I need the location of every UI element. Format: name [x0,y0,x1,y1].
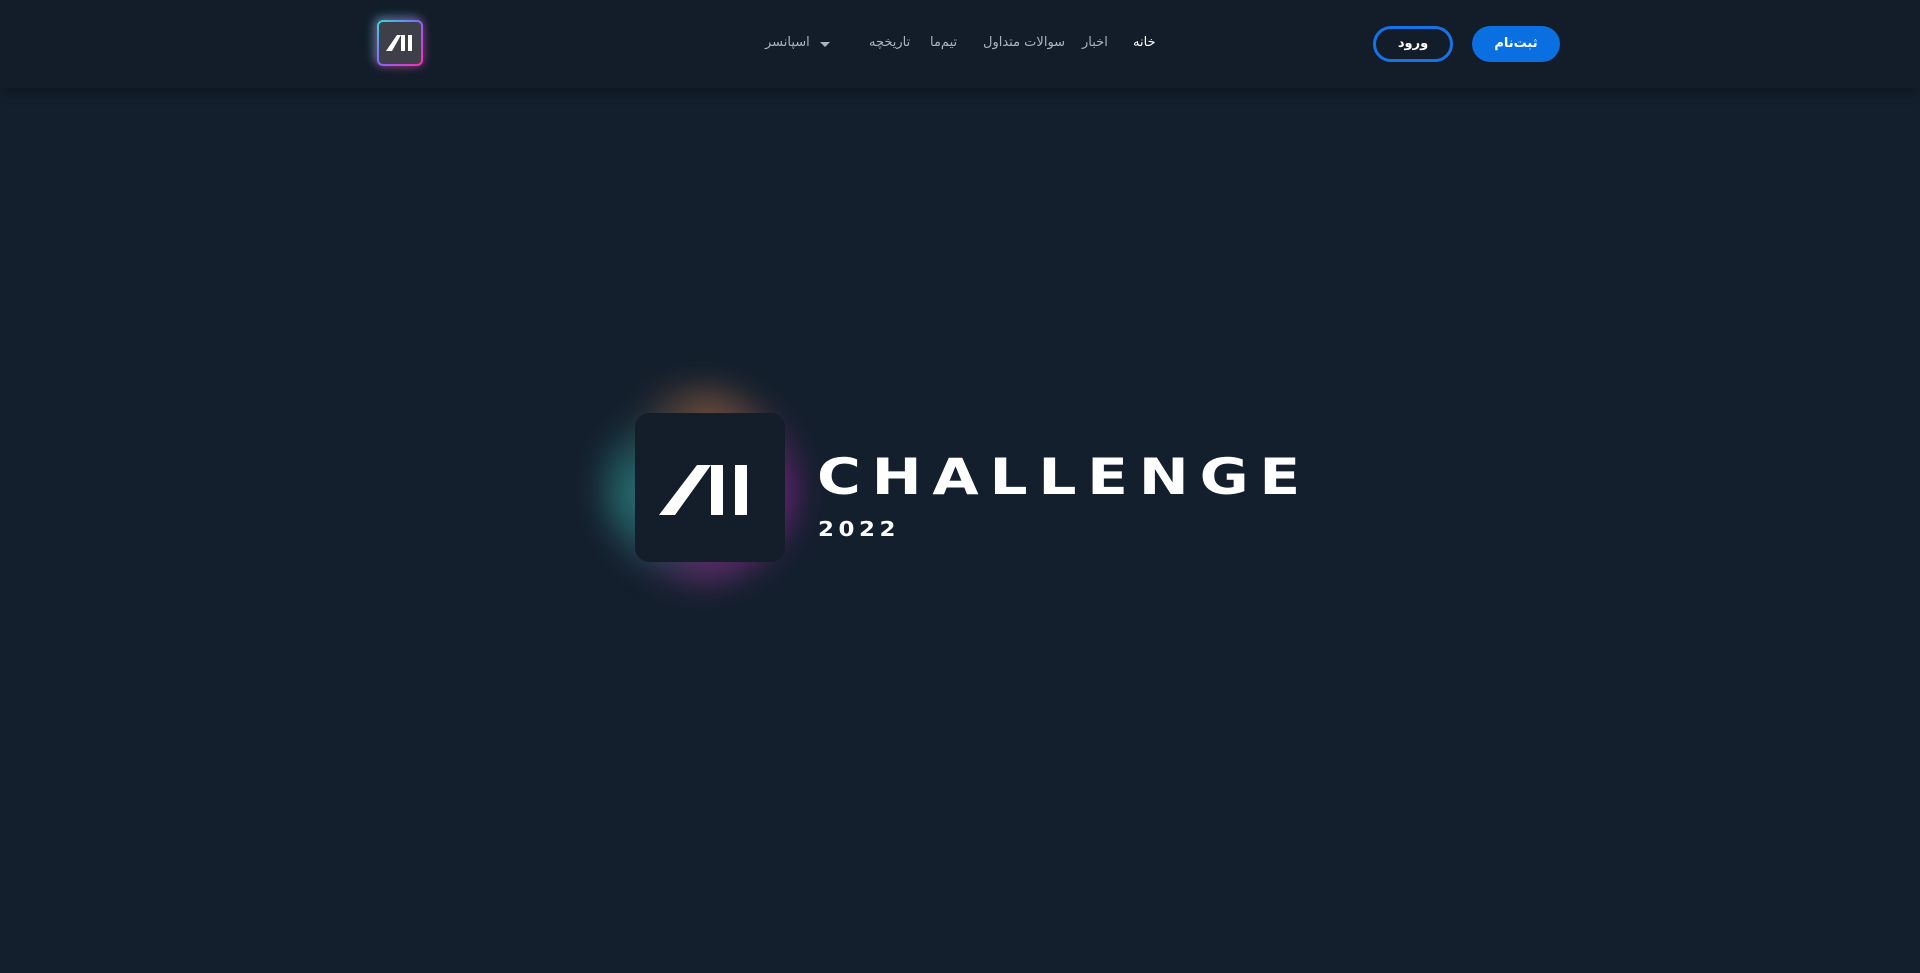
hero-year: 2022 [818,518,900,540]
nav-item-faq[interactable]: سوالات متداول [983,34,1065,52]
hero-title-text: CHALLENGE [817,448,1311,502]
nav-item-home[interactable]: خانه [1133,34,1156,52]
ai-hero-mark-icon [659,465,747,515]
nav-item-sponsor[interactable]: اسپانسر [765,34,810,52]
top-navbar: خانه اخبار سوالات متداول تیم‌ما تاریخچه … [0,0,1920,88]
chevron-down-icon[interactable] [820,42,830,47]
nav-item-team[interactable]: تیم‌ما [930,34,957,52]
login-button[interactable]: ورود [1373,26,1453,62]
nav-item-news[interactable]: اخبار [1082,34,1108,52]
site-logo[interactable] [377,20,423,66]
hero-title: CHALLENGE [817,448,1311,502]
hero-year-text: 2022 [818,518,900,540]
ai-logo-mark-icon [386,35,412,51]
nav-item-history[interactable]: تاریخچه [869,34,910,52]
signup-button[interactable]: ثبت‌نام [1472,26,1560,62]
hero-logo-tile [635,413,785,562]
